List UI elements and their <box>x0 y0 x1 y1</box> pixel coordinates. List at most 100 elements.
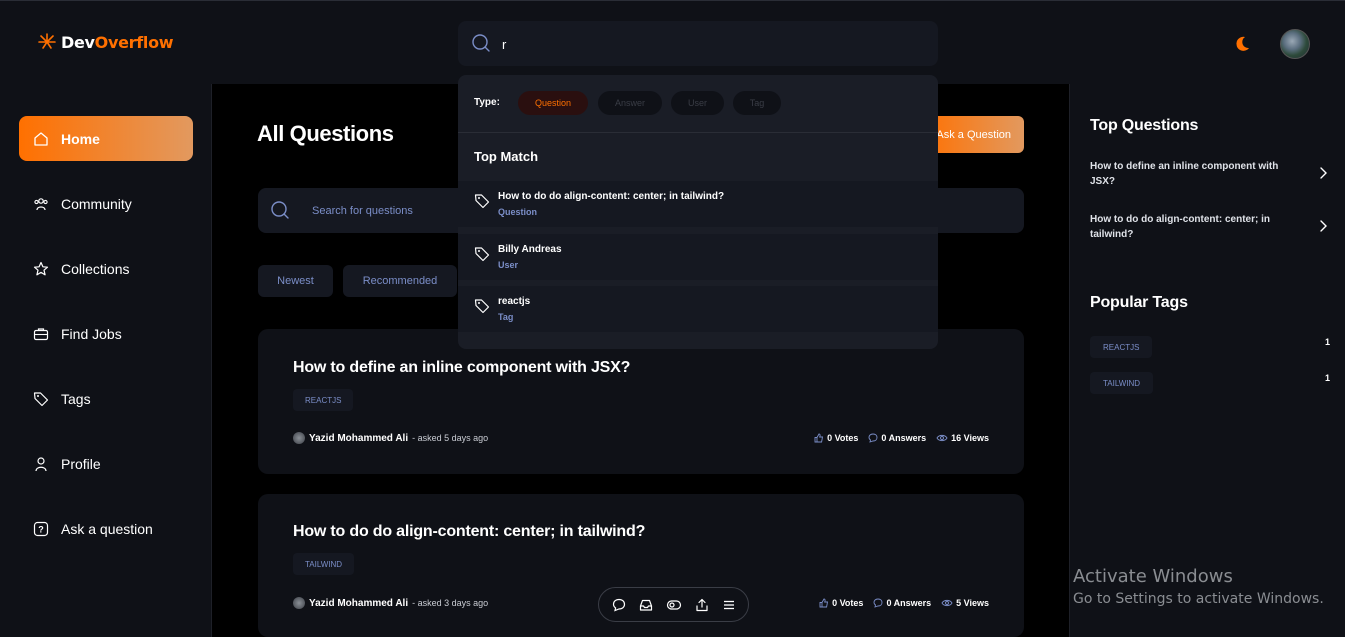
page-title: All Questions <box>257 121 394 146</box>
author-name: Yazid Mohammed Ali <box>309 432 409 444</box>
sidebar-item-label: Collections <box>61 260 130 277</box>
result-type: Question <box>498 207 538 217</box>
votes-stat: 0 Votes <box>814 433 858 443</box>
filter-newest[interactable]: Newest <box>258 265 333 297</box>
result-title: How to do do align-content: center; in t… <box>498 191 725 202</box>
result-type: Tag <box>498 312 514 322</box>
sidebar-item-tags[interactable]: Tags <box>19 376 193 421</box>
result-type: User <box>498 260 519 270</box>
share-icon[interactable] <box>695 598 709 612</box>
type-chip-question[interactable]: Question <box>518 91 588 115</box>
answers-stat: 0 Answers <box>868 433 926 443</box>
logo-icon <box>38 33 56 49</box>
top-match-heading: Top Match <box>474 149 539 164</box>
message-icon <box>873 598 883 608</box>
question-stats: 0 Votes 0 Answers 5 Views <box>819 598 989 608</box>
views-stat: 5 Views <box>941 598 989 608</box>
inbox-icon[interactable] <box>639 598 653 612</box>
moon-icon[interactable] <box>1232 34 1252 54</box>
thumb-up-icon <box>814 433 824 443</box>
sidebar-item-label: Profile <box>61 455 101 472</box>
briefcase-icon <box>33 327 49 340</box>
user-icon <box>35 456 47 471</box>
tag-icon <box>474 299 490 314</box>
asked-time: - asked 5 days ago <box>412 433 489 443</box>
left-sidebar <box>0 84 212 637</box>
toggle-icon[interactable] <box>666 598 682 612</box>
sidebar-item-label: Ask a question <box>61 520 153 537</box>
filter-recommended[interactable]: Recommended <box>343 265 457 297</box>
tag-icon <box>33 391 49 406</box>
sidebar-item-ask-question[interactable]: ? Ask a question <box>19 506 193 551</box>
global-search-input[interactable] <box>502 33 902 55</box>
divider <box>458 132 938 133</box>
result-title: Billy Andreas <box>498 244 562 255</box>
search-icon <box>472 34 490 52</box>
comment-icon[interactable] <box>612 598 626 612</box>
top-question-link[interactable]: How to do do align-content: center; in t… <box>1090 212 1300 242</box>
sidebar-item-profile[interactable]: Profile <box>19 441 193 486</box>
author-avatar <box>293 432 305 444</box>
svg-text:?: ? <box>38 524 44 534</box>
search-icon <box>271 201 289 219</box>
logo[interactable]: DevOverflow <box>37 32 174 52</box>
chevron-right-icon[interactable] <box>1318 220 1328 232</box>
sidebar-item-find-jobs[interactable]: Find Jobs <box>19 311 193 356</box>
search-result-item[interactable]: reactjs Tag <box>458 286 938 332</box>
global-search[interactable] <box>458 21 938 66</box>
sidebar-item-label: Home <box>61 130 100 147</box>
asked-time: - asked 3 days ago <box>412 598 489 608</box>
question-author[interactable]: Yazid Mohammed Ali - asked 5 days ago <box>293 432 488 444</box>
tag-count: 1 <box>1325 337 1331 347</box>
thumb-up-icon <box>819 598 829 608</box>
popular-tags-heading: Popular Tags <box>1090 294 1188 311</box>
right-sidebar: Top Questions How to define an inline co… <box>1069 84 1345 637</box>
question-card[interactable]: How to define an inline component with J… <box>258 329 1024 474</box>
eye-icon <box>936 434 948 442</box>
author-avatar <box>293 597 305 609</box>
type-chip-tag[interactable]: Tag <box>733 91 781 115</box>
author-name: Yazid Mohammed Ali <box>309 597 409 609</box>
top-navbar: DevOverflow <box>0 0 1345 84</box>
top-questions-heading: Top Questions <box>1090 117 1199 134</box>
sidebar-item-collections[interactable]: Collections <box>19 246 193 291</box>
windows-activation-watermark: Activate Windows Go to Settings to activ… <box>1073 566 1324 607</box>
question-tag[interactable]: TAILWIND <box>293 553 355 575</box>
type-filter-label: Type: <box>474 97 500 108</box>
top-question-link[interactable]: How to define an inline component with J… <box>1090 159 1300 189</box>
popular-tag[interactable]: TAILWIND <box>1090 372 1154 394</box>
result-title: reactjs <box>498 296 531 307</box>
type-chip-user[interactable]: User <box>671 91 724 115</box>
views-stat: 16 Views <box>936 433 989 443</box>
question-icon: ? <box>33 521 49 536</box>
search-result-item[interactable]: Billy Andreas User <box>458 234 938 280</box>
eye-icon <box>941 599 953 607</box>
sidebar-item-label: Community <box>61 195 132 212</box>
floating-toolbar <box>598 587 749 622</box>
sidebar-item-home[interactable]: Home <box>19 116 193 161</box>
tag-count: 1 <box>1325 373 1331 383</box>
question-stats: 0 Votes 0 Answers 16 Views <box>814 433 989 443</box>
sidebar-item-label: Tags <box>61 390 91 407</box>
votes-stat: 0 Votes <box>819 598 863 608</box>
question-title[interactable]: How to do do align-content: center; in t… <box>293 523 645 541</box>
search-result-item[interactable]: How to do do align-content: center; in t… <box>458 181 938 227</box>
sidebar-item-community[interactable]: Community <box>19 181 193 226</box>
question-author[interactable]: Yazid Mohammed Ali - asked 3 days ago <box>293 597 488 609</box>
chevron-right-icon[interactable] <box>1318 167 1328 179</box>
message-icon <box>868 433 878 443</box>
type-chip-answer[interactable]: Answer <box>598 91 662 115</box>
users-icon <box>34 197 48 210</box>
question-title[interactable]: How to define an inline component with J… <box>293 359 630 377</box>
popular-tag[interactable]: REACTJS <box>1090 336 1153 358</box>
sidebar-item-label: Find Jobs <box>61 325 122 342</box>
tag-icon <box>474 194 490 209</box>
home-icon <box>34 131 48 146</box>
question-tag[interactable]: REACTJS <box>293 389 354 411</box>
menu-icon[interactable] <box>722 598 736 612</box>
user-avatar[interactable] <box>1280 29 1310 59</box>
tag-icon <box>474 247 490 262</box>
answers-stat: 0 Answers <box>873 598 931 608</box>
logo-text: DevOverflow <box>61 32 174 52</box>
star-icon <box>33 261 49 275</box>
